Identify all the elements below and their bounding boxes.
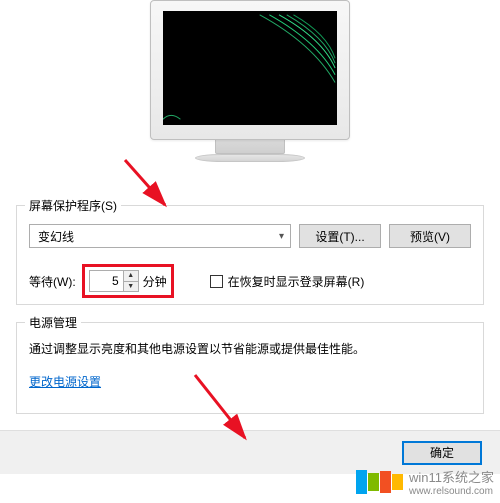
watermark: win11系统之家 www.relsound.com bbox=[356, 467, 494, 497]
screensaver-select[interactable]: 变幻线 ▾ bbox=[29, 224, 291, 248]
monitor-screen bbox=[163, 11, 337, 125]
settings-button[interactable]: 设置(T)... bbox=[299, 224, 381, 248]
ok-button[interactable]: 确定 bbox=[402, 441, 482, 465]
spinner-up-icon[interactable]: ▲ bbox=[124, 271, 138, 282]
screensaver-group-label: 屏幕保护程序(S) bbox=[25, 197, 121, 214]
power-group-label: 电源管理 bbox=[25, 314, 81, 331]
screensaver-select-value: 变幻线 bbox=[38, 228, 74, 245]
preview-button[interactable]: 预览(V) bbox=[389, 224, 471, 248]
spinner-buttons[interactable]: ▲ ▼ bbox=[123, 271, 138, 291]
change-power-settings-link[interactable]: 更改电源设置 bbox=[29, 373, 101, 390]
wait-spinner[interactable]: 5 ▲ ▼ bbox=[89, 270, 139, 292]
screensaver-settings-dialog: 屏幕保护程序(S) 变幻线 ▾ 设置(T)... 预览(V) 等待(W): 5 … bbox=[0, 0, 500, 475]
monitor-frame bbox=[150, 0, 350, 140]
chevron-down-icon: ▾ bbox=[279, 231, 284, 242]
wait-highlight-box: 5 ▲ ▼ 分钟 bbox=[82, 264, 174, 298]
mystify-preview-icon bbox=[163, 11, 337, 125]
power-group: 电源管理 通过调整显示亮度和其他电源设置以节省能源或提供最佳性能。 更改电源设置 bbox=[16, 322, 484, 414]
wait-label: 等待(W): bbox=[29, 273, 76, 290]
monitor-base bbox=[195, 154, 305, 162]
wait-unit: 分钟 bbox=[143, 273, 167, 290]
screensaver-group: 屏幕保护程序(S) 变幻线 ▾ 设置(T)... 预览(V) 等待(W): 5 … bbox=[16, 205, 484, 305]
power-description: 通过调整显示亮度和其他电源设置以节省能源或提供最佳性能。 bbox=[29, 339, 471, 359]
checkbox-box-icon[interactable] bbox=[210, 275, 223, 288]
resume-login-label: 在恢复时显示登录屏幕(R) bbox=[228, 273, 365, 290]
watermark-text: win11系统之家 www.relsound.com bbox=[409, 467, 494, 497]
watermark-logo-icon bbox=[356, 470, 403, 494]
monitor-stand bbox=[215, 140, 285, 154]
resume-login-checkbox[interactable]: 在恢复时显示登录屏幕(R) bbox=[210, 273, 365, 290]
screensaver-preview-monitor bbox=[150, 0, 350, 165]
spinner-down-icon[interactable]: ▼ bbox=[124, 282, 138, 292]
wait-value[interactable]: 5 bbox=[90, 271, 123, 291]
